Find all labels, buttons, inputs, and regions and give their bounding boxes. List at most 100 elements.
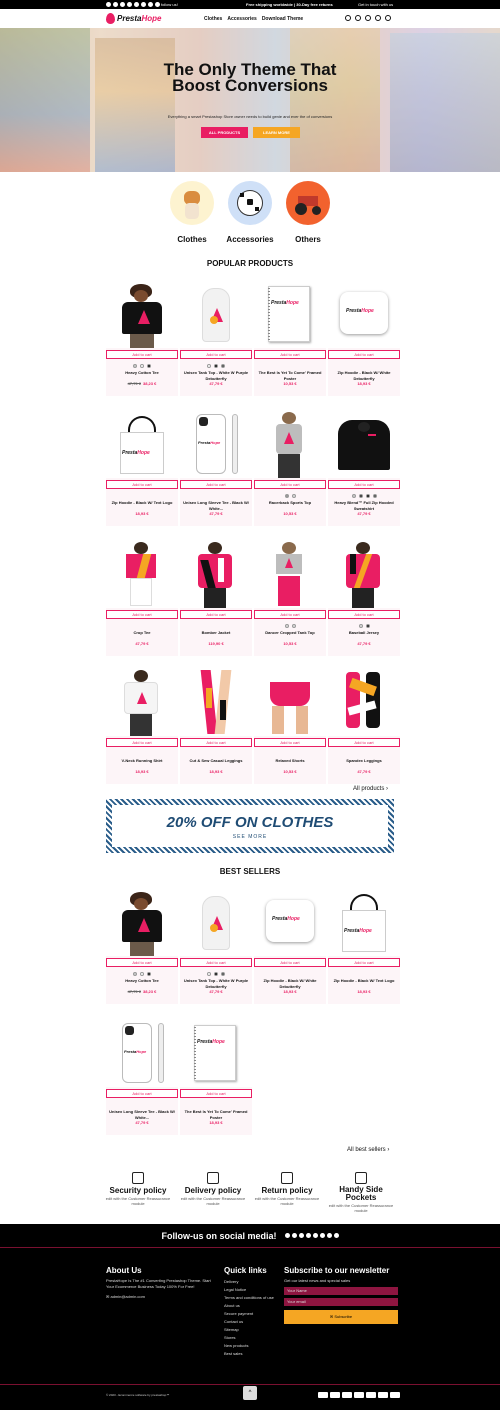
- color-swatch[interactable]: [351, 494, 356, 498]
- product-card[interactable]: Add to cart Heavy Cotton Tee 47,79 €38,2…: [106, 280, 178, 396]
- product-name[interactable]: V-Neck Running Shirt: [108, 758, 176, 764]
- contact-link[interactable]: Get in touch with us: [358, 2, 393, 7]
- add-to-cart-button[interactable]: Add to cart: [180, 350, 252, 359]
- product-image[interactable]: [106, 540, 178, 608]
- subscribe-button[interactable]: ✉ Subscribe: [284, 1310, 398, 1324]
- email-link[interactable]: ✉ admin@admin.com: [106, 1294, 218, 1300]
- instagram-icon[interactable]: [141, 2, 146, 7]
- product-name[interactable]: Dancer Cropped Tank Top: [256, 630, 324, 636]
- product-name[interactable]: Zip Hoodie - Black W/ Text Logo: [330, 978, 398, 984]
- product-image[interactable]: [180, 888, 252, 956]
- product-card[interactable]: Add to cart Unisex Tank Top - White W Pu…: [180, 888, 252, 1004]
- tiktok-icon[interactable]: [155, 2, 160, 7]
- add-to-cart-button[interactable]: Add to cart: [180, 738, 252, 747]
- product-image[interactable]: [180, 280, 252, 348]
- add-to-cart-button[interactable]: Add to cart: [328, 480, 400, 489]
- product-image[interactable]: [328, 668, 400, 736]
- product-card[interactable]: Add to cart Heavy Cotton Tee 47,79 €38,2…: [106, 888, 178, 1004]
- color-swatch[interactable]: [133, 972, 137, 976]
- product-image[interactable]: PrestaHope: [106, 410, 178, 478]
- color-swatch[interactable]: [291, 494, 296, 498]
- add-to-cart-button[interactable]: Add to cart: [328, 610, 400, 619]
- product-image[interactable]: [328, 410, 400, 478]
- product-image[interactable]: PrestaHope: [254, 888, 326, 956]
- product-image[interactable]: [328, 540, 400, 608]
- product-card[interactable]: Add to cart Relaxed Shorts 10,53 €: [254, 668, 326, 784]
- search-icon[interactable]: [365, 15, 371, 21]
- nav-clothes[interactable]: Clothes: [204, 16, 222, 22]
- color-swatch[interactable]: [147, 364, 151, 368]
- add-to-cart-button[interactable]: Add to cart: [106, 1089, 178, 1098]
- youtube-icon[interactable]: [120, 2, 125, 7]
- product-name[interactable]: Heavy Cotton Tee: [108, 978, 176, 984]
- product-image[interactable]: PrestaHope: [180, 410, 252, 478]
- scroll-top-button[interactable]: ^: [243, 1386, 257, 1400]
- product-card[interactable]: PrestaHope Add to cart Zip Hoodie - Blac…: [328, 888, 400, 1004]
- color-swatch[interactable]: [207, 364, 211, 368]
- color-swatch[interactable]: [140, 364, 144, 368]
- product-card[interactable]: Add to cart Unisex Tank Top - White W Pu…: [180, 280, 252, 396]
- product-card[interactable]: Add to cart Heavy Blend™ Full Zip Hooded…: [328, 410, 400, 526]
- twitter-icon[interactable]: [291, 1233, 297, 1238]
- product-name[interactable]: Heavy Cotton Tee: [108, 370, 176, 376]
- add-to-cart-button[interactable]: Add to cart: [180, 1089, 252, 1098]
- product-name[interactable]: Bomber Jacket: [182, 630, 250, 636]
- color-swatch[interactable]: [365, 624, 370, 628]
- add-to-cart-button[interactable]: Add to cart: [106, 738, 178, 747]
- product-image[interactable]: PrestaHope: [106, 1019, 178, 1087]
- add-to-cart-button[interactable]: Add to cart: [180, 610, 252, 619]
- product-card[interactable]: PrestaHope Add to cart Zip Hoodie - Blac…: [254, 888, 326, 1004]
- product-image[interactable]: [254, 668, 326, 736]
- product-card[interactable]: Add to cart Baseball Jersey 47,79 €: [328, 540, 400, 656]
- footer-link[interactable]: Best sales: [224, 1350, 282, 1358]
- add-to-cart-button[interactable]: Add to cart: [254, 480, 326, 489]
- footer-link[interactable]: Sitemap: [224, 1326, 282, 1334]
- product-name[interactable]: Racerback Sports Top: [256, 500, 324, 506]
- add-to-cart-button[interactable]: Add to cart: [328, 350, 400, 359]
- add-to-cart-button[interactable]: Add to cart: [254, 610, 326, 619]
- color-swatch[interactable]: [284, 624, 289, 628]
- product-name[interactable]: Crop Tee: [108, 630, 176, 636]
- product-image[interactable]: [106, 888, 178, 956]
- facebook-icon[interactable]: [106, 2, 111, 7]
- footer-link[interactable]: Contact us: [224, 1318, 282, 1326]
- all-bestsellers-link[interactable]: All best sellers ›: [347, 1147, 389, 1153]
- footer-link[interactable]: Legal Notice: [224, 1286, 282, 1294]
- color-swatch[interactable]: [214, 364, 218, 368]
- product-card[interactable]: PrestaHope Add to cart The Best Is Yet T…: [180, 1019, 252, 1135]
- product-card[interactable]: PrestaHope Add to cart The Best Is Yet T…: [254, 280, 326, 396]
- color-swatch[interactable]: [291, 624, 296, 628]
- product-card[interactable]: Add to cart Crop Tee 47,79 €: [106, 540, 178, 656]
- product-name[interactable]: Spandex Leggings: [330, 758, 398, 764]
- newsletter-name-input[interactable]: Your Name: [284, 1287, 398, 1295]
- add-to-cart-button[interactable]: Add to cart: [106, 350, 178, 359]
- see-more-link[interactable]: SEE MORE: [112, 834, 388, 840]
- wishlist-icon[interactable]: [355, 15, 361, 21]
- add-to-cart-button[interactable]: Add to cart: [254, 958, 326, 967]
- add-to-cart-button[interactable]: Add to cart: [328, 738, 400, 747]
- product-name[interactable]: Baseball Jersey: [330, 630, 398, 636]
- product-card[interactable]: PrestaHope Add to cart Unisex Long Sleev…: [180, 410, 252, 526]
- product-image[interactable]: PrestaHope: [328, 888, 400, 956]
- product-image[interactable]: PrestaHope: [254, 280, 326, 348]
- color-swatch[interactable]: [358, 624, 363, 628]
- color-swatch[interactable]: [221, 972, 225, 976]
- add-to-cart-button[interactable]: Add to cart: [106, 480, 178, 489]
- product-image[interactable]: [180, 540, 252, 608]
- product-name[interactable]: Zip Hoodie - Black W/ Text Logo: [108, 500, 176, 506]
- product-image[interactable]: [254, 540, 326, 608]
- product-card[interactable]: PrestaHope Add to cart Zip Hoodie - Blac…: [106, 410, 178, 526]
- product-image[interactable]: PrestaHope: [180, 1019, 252, 1087]
- product-image[interactable]: [254, 410, 326, 478]
- vimeo-icon[interactable]: [312, 1233, 318, 1238]
- vimeo-icon[interactable]: [134, 2, 139, 7]
- footer-link[interactable]: Stores: [224, 1334, 282, 1342]
- product-name[interactable]: Relaxed Shorts: [256, 758, 324, 764]
- all-products-button[interactable]: ALL PRODUCTS: [201, 127, 248, 138]
- color-swatch[interactable]: [358, 494, 363, 498]
- add-to-cart-button[interactable]: Add to cart: [328, 958, 400, 967]
- product-image[interactable]: [106, 280, 178, 348]
- footer-link[interactable]: About us: [224, 1302, 282, 1310]
- product-name[interactable]: Cut & Sew Casual Leggings: [182, 758, 250, 764]
- color-swatch[interactable]: [214, 972, 218, 976]
